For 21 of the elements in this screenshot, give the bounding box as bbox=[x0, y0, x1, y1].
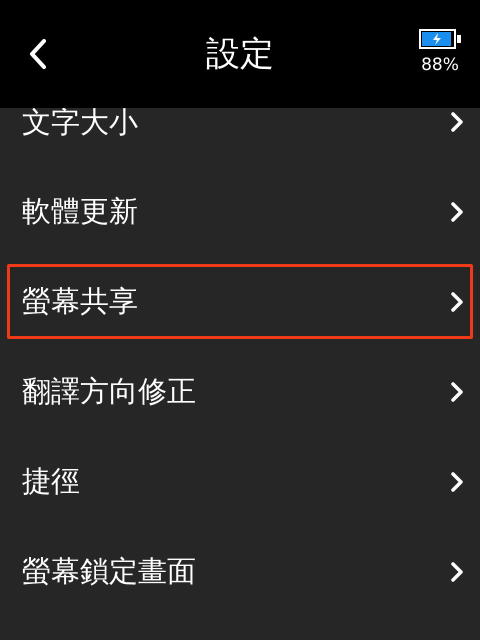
settings-item[interactable]: 翻譯方向修正 bbox=[7, 354, 473, 429]
battery-charging-icon bbox=[419, 29, 461, 49]
settings-item[interactable]: 文字大小 bbox=[7, 108, 473, 159]
item-label: 捷徑 bbox=[22, 462, 80, 500]
settings-item[interactable]: 螢幕共享 bbox=[7, 264, 473, 339]
item-label: 翻譯方向修正 bbox=[22, 372, 196, 410]
chevron-icon bbox=[450, 290, 464, 312]
chevron-icon bbox=[450, 200, 464, 222]
settings-item[interactable]: 軟體更新 bbox=[7, 174, 473, 249]
chevron-icon bbox=[450, 380, 464, 402]
item-label: 螢幕共享 bbox=[22, 282, 138, 320]
screen-title: 設定 bbox=[205, 33, 275, 76]
settings-item[interactable]: 捷徑 bbox=[7, 444, 473, 519]
item-label: 螢幕鎖定畫面 bbox=[22, 552, 196, 590]
chevron-icon bbox=[450, 470, 464, 492]
chevron-icon bbox=[450, 111, 464, 133]
item-label: 軟體更新 bbox=[22, 192, 138, 230]
settings-item[interactable]: 螢幕鎖定畫面 bbox=[7, 534, 473, 609]
battery-percentage: 88% bbox=[421, 55, 459, 75]
item-label: 文字大小 bbox=[22, 108, 138, 137]
chevron-icon bbox=[450, 560, 464, 582]
